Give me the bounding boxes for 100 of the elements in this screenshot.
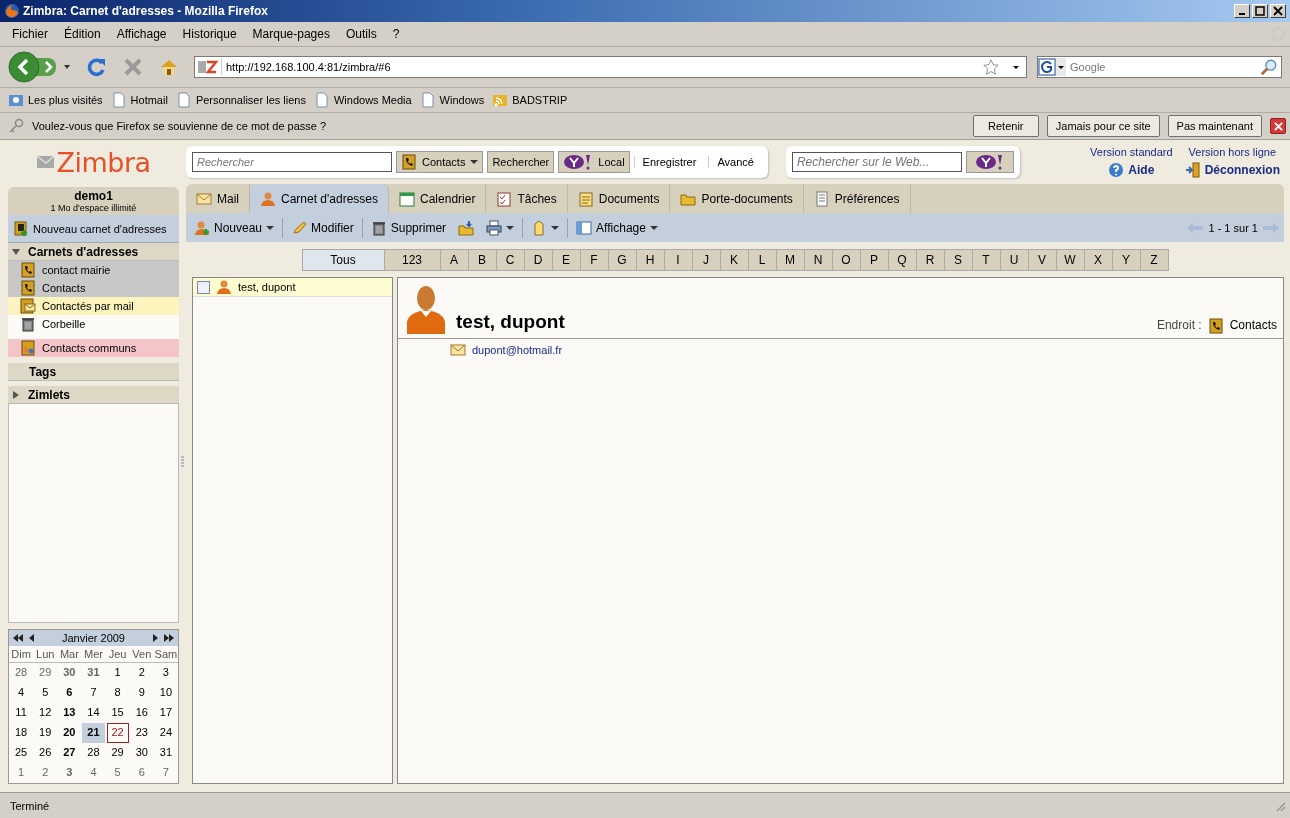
address-book-item[interactable]: Contacts bbox=[8, 279, 179, 297]
letter-filter[interactable]: T bbox=[972, 249, 1001, 271]
calendar-day[interactable]: 3 bbox=[154, 663, 177, 683]
letter-filter[interactable]: C bbox=[496, 249, 525, 271]
calendar-day[interactable]: 5 bbox=[106, 763, 129, 783]
calendar-day[interactable]: 26 bbox=[34, 743, 57, 763]
calendar-day[interactable]: 23 bbox=[130, 723, 153, 743]
reload-icon[interactable] bbox=[87, 57, 107, 77]
view-button[interactable]: Affichage bbox=[572, 215, 662, 240]
menu-item[interactable]: Historique bbox=[174, 27, 245, 41]
calendar-day[interactable]: 30 bbox=[130, 743, 153, 763]
home-icon[interactable] bbox=[159, 57, 179, 77]
letter-filter[interactable]: E bbox=[552, 249, 581, 271]
letter-filter[interactable]: D bbox=[524, 249, 553, 271]
next-month-icon[interactable] bbox=[153, 634, 158, 642]
calendar-day[interactable]: 22 bbox=[106, 723, 129, 743]
bookmark[interactable]: Les plus visités bbox=[8, 92, 103, 108]
bookmark[interactable]: Personnaliser les liens bbox=[175, 92, 306, 108]
contact-row[interactable]: test, dupont bbox=[193, 278, 392, 297]
bookmark[interactable]: BADSTRIP bbox=[492, 92, 568, 108]
calendar-day[interactable]: 5 bbox=[34, 683, 57, 703]
calendar-day[interactable]: 29 bbox=[106, 743, 129, 763]
calendar-day[interactable]: 31 bbox=[82, 663, 105, 683]
letter-filter[interactable]: A bbox=[440, 249, 469, 271]
dropdown-icon[interactable] bbox=[1012, 63, 1020, 71]
calendar-day[interactable]: 28 bbox=[10, 663, 33, 683]
section-header[interactable]: Zimlets bbox=[8, 386, 179, 404]
new-address-book-button[interactable]: Nouveau carnet d'adresses bbox=[8, 215, 179, 243]
calendar-day[interactable]: 4 bbox=[82, 763, 105, 783]
star-icon[interactable] bbox=[982, 58, 1000, 76]
calendar-day[interactable]: 1 bbox=[106, 663, 129, 683]
letter-filter[interactable]: Y bbox=[1112, 249, 1141, 271]
letter-filter[interactable]: G bbox=[608, 249, 637, 271]
calendar-day[interactable]: 6 bbox=[58, 683, 81, 703]
letter-filter[interactable]: V bbox=[1028, 249, 1057, 271]
calendar-day[interactable]: 10 bbox=[154, 683, 177, 703]
search-field[interactable]: Rechercher bbox=[192, 152, 392, 172]
expand-arrow-icon[interactable] bbox=[12, 390, 20, 399]
calendar-day[interactable]: 20 bbox=[58, 723, 81, 743]
logout-link[interactable]: Déconnexion bbox=[1184, 162, 1280, 178]
address-book-item[interactable]: Contactés par mail bbox=[8, 297, 179, 315]
calendar-day[interactable]: 30 bbox=[58, 663, 81, 683]
calendar-day[interactable]: 21 bbox=[82, 723, 105, 743]
letter-filter[interactable]: F bbox=[580, 249, 609, 271]
bookmark[interactable]: Hotmail bbox=[110, 92, 168, 108]
address-book-item[interactable]: contact mairie bbox=[8, 261, 179, 279]
section-header[interactable]: Tags bbox=[8, 363, 179, 381]
bookmark[interactable]: Windows Media bbox=[313, 92, 412, 108]
section-header[interactable]: Carnets d'adresses bbox=[8, 243, 179, 261]
web-search-button[interactable] bbox=[965, 151, 1014, 173]
calendar-day[interactable]: 17 bbox=[154, 703, 177, 723]
standard-version-link[interactable]: Version standard bbox=[1090, 146, 1173, 158]
expand-arrow-icon[interactable] bbox=[12, 247, 20, 256]
email-link[interactable]: dupont@hotmail.fr bbox=[472, 344, 563, 356]
menu-item[interactable]: Édition bbox=[56, 27, 109, 41]
previous-year-icon[interactable] bbox=[13, 634, 23, 642]
address-book-item[interactable]: Contacts communs bbox=[8, 339, 179, 357]
calendar-day[interactable]: 31 bbox=[154, 743, 177, 763]
new-contact-button[interactable]: Nouveau bbox=[190, 215, 279, 240]
letter-filter[interactable]: M bbox=[776, 249, 805, 271]
minimize-button[interactable] bbox=[1234, 4, 1250, 18]
letter-filter[interactable]: I bbox=[664, 249, 693, 271]
calendar-day[interactable]: 3 bbox=[58, 763, 81, 783]
menu-item[interactable]: ? bbox=[384, 27, 408, 41]
web-search-field[interactable]: Rechercher sur le Web... bbox=[791, 152, 962, 172]
calendar-day[interactable]: 25 bbox=[10, 743, 33, 763]
maximize-button[interactable] bbox=[1252, 4, 1268, 18]
letter-filter[interactable]: Q bbox=[888, 249, 917, 271]
next-year-icon[interactable] bbox=[164, 634, 174, 642]
calendar-day[interactable]: 13 bbox=[58, 703, 81, 723]
calendar-day[interactable]: 7 bbox=[154, 763, 177, 783]
calendar-day[interactable]: 11 bbox=[10, 703, 33, 723]
checkbox[interactable] bbox=[197, 280, 210, 294]
bookmark[interactable]: Windows bbox=[419, 92, 485, 108]
letter-filter[interactable]: N bbox=[804, 249, 833, 271]
letter-filter[interactable]: Tous bbox=[301, 249, 385, 271]
letter-filter[interactable]: K bbox=[720, 249, 749, 271]
prompt-button[interactable]: Jamais pour ce site bbox=[1046, 115, 1160, 137]
app-tab[interactable]: Carnet d'adresses bbox=[250, 184, 390, 213]
calendar-day[interactable]: 27 bbox=[58, 743, 81, 763]
calendar-day[interactable]: 12 bbox=[34, 703, 57, 723]
delete-button[interactable]: Supprimer bbox=[366, 215, 451, 240]
search-icon[interactable] bbox=[1260, 58, 1278, 76]
calendar-day[interactable]: 2 bbox=[130, 663, 153, 683]
menu-item[interactable]: Marque-pages bbox=[244, 27, 338, 41]
previous-month-icon[interactable] bbox=[29, 634, 34, 642]
letter-filter[interactable]: 123 bbox=[384, 249, 441, 271]
save-search-link[interactable]: Enregistrer bbox=[633, 156, 705, 168]
letter-filter[interactable]: L bbox=[748, 249, 777, 271]
edit-button[interactable]: Modifier bbox=[287, 215, 358, 240]
calendar-day[interactable]: 15 bbox=[106, 703, 129, 723]
resize-grip-icon[interactable] bbox=[1274, 799, 1286, 812]
letter-filter[interactable]: J bbox=[692, 249, 721, 271]
calendar-day[interactable]: 14 bbox=[82, 703, 105, 723]
letter-filter[interactable]: P bbox=[860, 249, 889, 271]
help-link[interactable]: Aide bbox=[1108, 162, 1155, 178]
letter-filter[interactable]: X bbox=[1084, 249, 1113, 271]
calendar-day[interactable]: 24 bbox=[154, 723, 177, 743]
letter-filter[interactable]: O bbox=[832, 249, 861, 271]
address-field[interactable]: http://192.168.100.4:81/zimbra/#6 bbox=[194, 56, 1027, 78]
